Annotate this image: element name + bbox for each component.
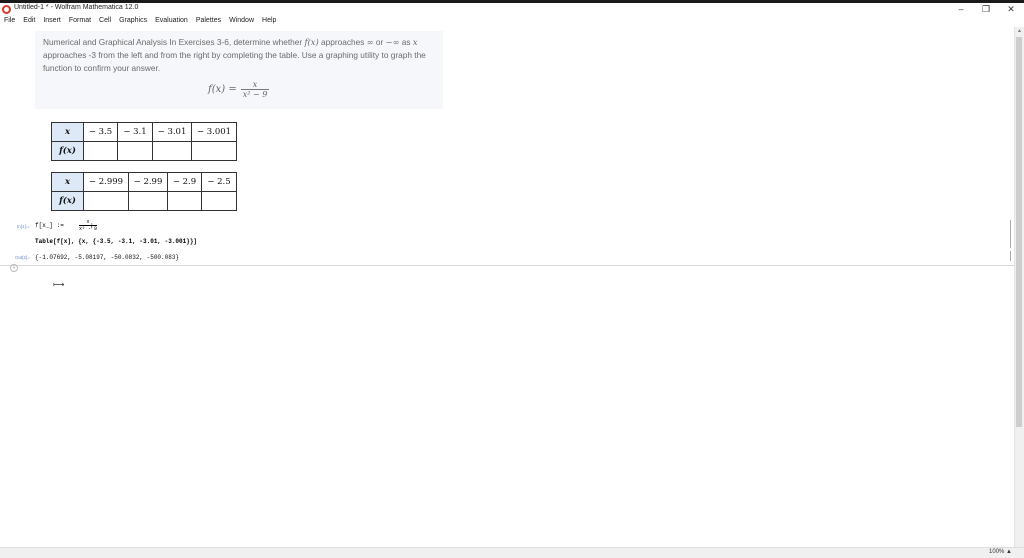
table-row: x − 3.5 − 3.1 − 3.01 − 3.001 (51, 122, 237, 142)
value-table-right: x − 2.999 − 2.99 − 2.9 − 2.5 f(x) (51, 172, 237, 211)
value-table-left: x − 3.5 − 3.1 − 3.01 − 3.001 f(x) (51, 122, 237, 161)
vertical-scrollbar[interactable]: ▲ (1014, 27, 1024, 548)
problem-x: x (412, 37, 418, 47)
menu-insert[interactable]: Insert (39, 16, 65, 27)
problem-text-part: approaches (318, 37, 367, 47)
fx-value-cell (83, 141, 118, 161)
fx-value-cell (191, 141, 237, 161)
problem-fx: f(x) (304, 37, 319, 47)
formula-fraction: x x² − 9 (240, 80, 270, 99)
row-label-x: x (51, 172, 84, 192)
function-formula: f(x) = x x² − 9 (208, 80, 270, 99)
fx-value-cell (167, 191, 202, 211)
formula-lhs: f(x) = (208, 84, 237, 95)
scroll-thumb[interactable] (1016, 37, 1022, 427)
fx-value-cell (128, 191, 168, 211)
infinity-symbol: ∞ (366, 37, 374, 47)
definition-semicolon: ; (90, 222, 94, 229)
menu-format[interactable]: Format (65, 16, 95, 27)
problem-text-part: as (399, 37, 413, 47)
row-label-x: x (51, 122, 84, 142)
fx-value-cell (83, 191, 129, 211)
function-definition[interactable]: f[x_] := (35, 222, 64, 229)
cell-insertion-line (0, 265, 1015, 266)
fx-value-cell (117, 141, 153, 161)
menu-bar: File Edit Insert Format Cell Graphics Ev… (0, 16, 1024, 27)
input-label: In[1]:= (17, 224, 30, 229)
table-row: f(x) (51, 141, 237, 161)
output-label: Out[2]= (15, 255, 30, 260)
ibeam-cursor-icon: ⟼ (53, 280, 65, 289)
x-value-cell: − 3.001 (191, 122, 237, 142)
row-label-fx: f(x) (51, 191, 84, 211)
close-button[interactable]: ✕ (1000, 3, 1022, 16)
mathematica-logo-icon (2, 5, 11, 14)
scroll-up-icon[interactable]: ▲ (1015, 27, 1024, 35)
title-bar: Untitled-1 * - Wolfram Mathematica 12.0 … (0, 3, 1024, 16)
input-cell-bracket[interactable] (1008, 220, 1011, 248)
problem-text-part: or (373, 37, 386, 47)
row-label-fx: f(x) (51, 141, 84, 161)
definition-fraction: x x² - 9 (79, 219, 98, 232)
menu-palettes[interactable]: Palettes (192, 16, 225, 27)
output-values[interactable]: {-1.07692, -5.08197, -50.0832, -500.083} (35, 254, 179, 261)
x-value-cell: − 2.999 (83, 172, 129, 192)
formula-numerator: x (252, 80, 258, 89)
x-value-cell: − 2.5 (201, 172, 237, 192)
add-cell-icon[interactable]: + (10, 264, 18, 272)
x-value-cell: − 3.1 (117, 122, 153, 142)
menu-graphics[interactable]: Graphics (115, 16, 151, 27)
menu-file[interactable]: File (0, 16, 19, 27)
x-value-cell: − 2.9 (167, 172, 202, 192)
formula-denominator: x² − 9 (240, 89, 270, 99)
minimize-button[interactable]: – (950, 3, 972, 16)
problem-cell[interactable]: Numerical and Graphical Analysis In Exer… (35, 31, 443, 109)
menu-window[interactable]: Window (225, 16, 258, 27)
problem-text: Numerical and Graphical Analysis In Exer… (43, 36, 443, 75)
zoom-value: 100% (989, 549, 1005, 555)
output-cell-bracket[interactable] (1008, 251, 1011, 261)
fx-value-cell (152, 141, 192, 161)
menu-edit[interactable]: Edit (19, 16, 39, 27)
x-value-cell: − 3.5 (83, 122, 118, 142)
problem-text-part: Numerical and Graphical Analysis In Exer… (43, 37, 305, 47)
neg-infinity-symbol: −∞ (385, 37, 400, 47)
menu-help[interactable]: Help (258, 16, 280, 27)
table-row: x − 2.999 − 2.99 − 2.9 − 2.5 (51, 172, 237, 192)
restore-button[interactable]: ❐ (975, 3, 997, 16)
menu-cell[interactable]: Cell (95, 16, 115, 27)
fx-value-cell (201, 191, 237, 211)
x-value-cell: − 3.01 (152, 122, 192, 142)
status-bar: 100% ▲ (0, 547, 1024, 558)
problem-text-part: approaches -3 from the left and from the… (43, 50, 426, 73)
window-title: Untitled-1 * - Wolfram Mathematica 12.0 (14, 4, 139, 11)
x-value-cell: − 2.99 (128, 172, 168, 192)
table-command[interactable]: Table[f[x], {x, {-3.5, -3.1, -3.01, -3.0… (35, 238, 197, 245)
table-row: f(x) (51, 191, 237, 211)
menu-evaluation[interactable]: Evaluation (151, 16, 192, 27)
definition-denominator: x² - 9 (79, 225, 98, 232)
zoom-level[interactable]: 100% ▲ (989, 549, 1012, 555)
